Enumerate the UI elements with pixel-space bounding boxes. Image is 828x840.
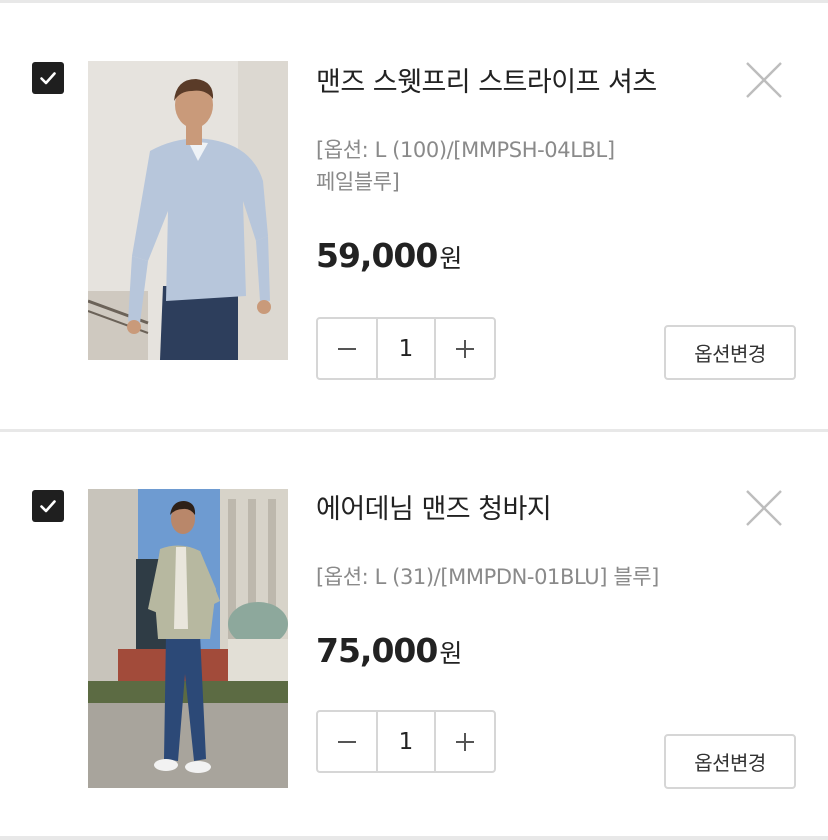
- price-value: 59,000: [316, 236, 438, 275]
- close-icon: [746, 490, 782, 526]
- bottom-divider: [0, 836, 828, 840]
- quantity-stepper: 1: [316, 317, 496, 380]
- product-option: [옵션: L (100)/[MMPSH-04LBL] 페일블루]: [316, 134, 615, 198]
- cart-item: 에어데님 맨즈 청바지 [옵션: L (31)/[MMPDN-01BLU] 블루…: [0, 432, 828, 836]
- plus-icon: [456, 732, 474, 751]
- product-price: 59,000원: [316, 236, 462, 275]
- cart-item: 맨즈 스웻프리 스트라이프 셔츠 [옵션: L (100)/[MMPSH-04L…: [0, 3, 828, 429]
- man-in-blue-shirt-image: [88, 61, 288, 360]
- product-name[interactable]: 에어데님 맨즈 청바지: [316, 487, 552, 526]
- quantity-stepper: 1: [316, 710, 496, 773]
- increase-button[interactable]: [436, 712, 494, 771]
- man-in-jeans-city-image: [88, 489, 288, 788]
- check-icon: [40, 72, 56, 85]
- quantity-value[interactable]: 1: [376, 712, 436, 771]
- option-line: [옵션: L (100)/[MMPSH-04LBL]: [316, 138, 615, 162]
- price-currency: 원: [439, 639, 463, 668]
- change-option-button[interactable]: 옵션변경: [664, 325, 796, 380]
- product-price: 75,000원: [316, 631, 462, 670]
- price-value: 75,000: [316, 631, 438, 670]
- product-name[interactable]: 맨즈 스웻프리 스트라이프 셔츠: [316, 60, 657, 99]
- plus-icon: [456, 339, 474, 358]
- price-currency: 원: [439, 244, 463, 273]
- increase-button[interactable]: [436, 319, 494, 378]
- change-option-button[interactable]: 옵션변경: [664, 734, 796, 789]
- minus-icon: [338, 740, 356, 743]
- product-image[interactable]: [88, 61, 288, 360]
- decrease-button[interactable]: [318, 712, 376, 771]
- minus-icon: [338, 347, 356, 350]
- remove-item-button[interactable]: [745, 489, 783, 527]
- quantity-value[interactable]: 1: [376, 319, 436, 378]
- product-image[interactable]: [88, 489, 288, 788]
- item-checkbox[interactable]: [32, 62, 64, 94]
- close-icon: [746, 62, 782, 98]
- decrease-button[interactable]: [318, 319, 376, 378]
- option-line: [옵션: L (31)/[MMPDN-01BLU] 블루]: [316, 565, 659, 589]
- check-icon: [40, 500, 56, 513]
- item-checkbox[interactable]: [32, 490, 64, 522]
- product-option: [옵션: L (31)/[MMPDN-01BLU] 블루]: [316, 561, 659, 593]
- option-line: 페일블루]: [316, 170, 400, 194]
- remove-item-button[interactable]: [745, 61, 783, 99]
